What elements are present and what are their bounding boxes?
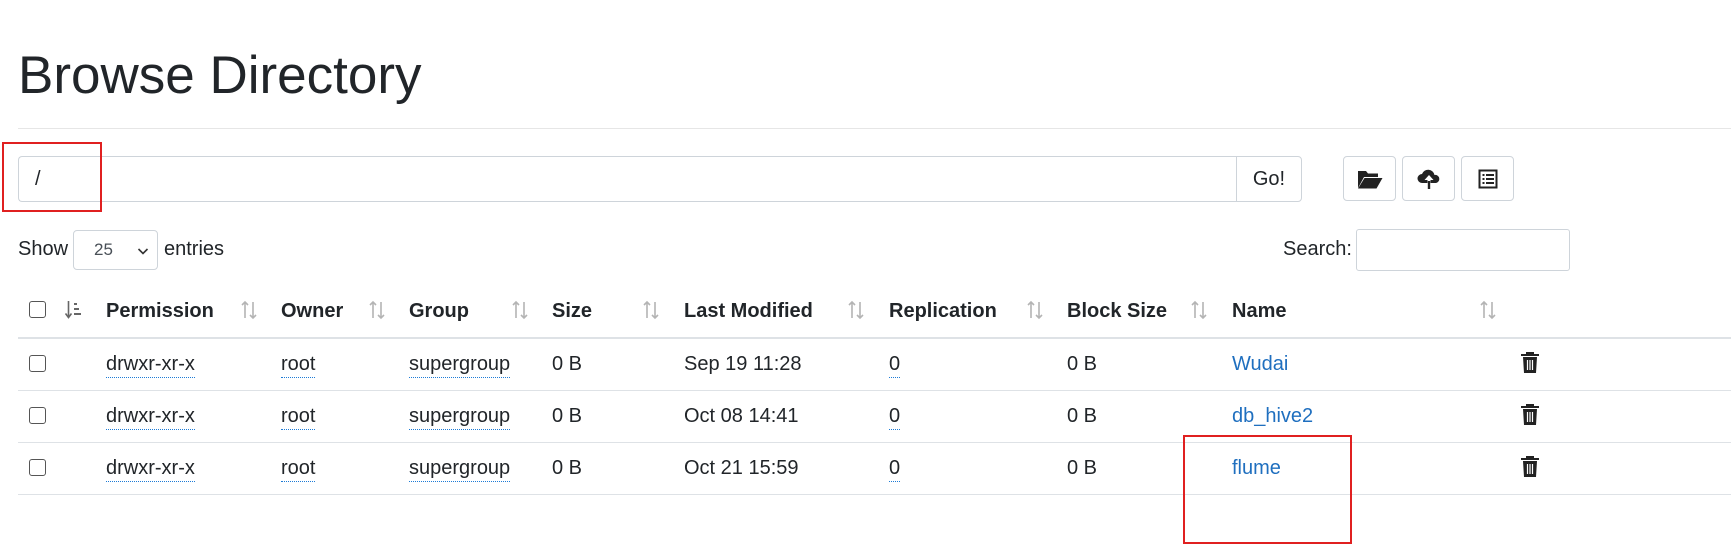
show-label: Show bbox=[18, 238, 69, 260]
column-header-group[interactable]: Group bbox=[409, 298, 469, 324]
last-modified-cell: Oct 21 15:59 bbox=[684, 457, 799, 479]
sort-icon[interactable] bbox=[511, 300, 529, 325]
page-size-select[interactable]: 25 bbox=[73, 230, 158, 270]
create-directory-button[interactable] bbox=[1343, 156, 1396, 201]
owner-cell[interactable]: root bbox=[281, 455, 316, 482]
sort-icon[interactable] bbox=[1479, 300, 1497, 325]
trash-icon[interactable] bbox=[1520, 403, 1540, 432]
directory-link[interactable]: flume bbox=[1232, 455, 1281, 481]
directory-link[interactable]: db_hive2 bbox=[1232, 403, 1313, 429]
column-header-permission[interactable]: Permission bbox=[106, 298, 214, 324]
group-cell[interactable]: supergroup bbox=[409, 351, 511, 378]
replication-cell[interactable]: 0 bbox=[889, 351, 901, 378]
chevron-down-icon bbox=[137, 244, 149, 262]
owner-cell[interactable]: root bbox=[281, 351, 316, 378]
entries-label: entries bbox=[164, 238, 225, 260]
size-cell: 0 B bbox=[552, 457, 583, 479]
upload-cloud-icon bbox=[1417, 168, 1441, 190]
title-divider bbox=[18, 128, 1731, 129]
sort-icon[interactable] bbox=[1190, 300, 1208, 325]
block-size-cell: 0 B bbox=[1067, 405, 1098, 427]
path-input[interactable] bbox=[18, 156, 1236, 202]
size-cell: 0 B bbox=[552, 405, 583, 427]
table-header: Permission Owner Group Size Last Modifie… bbox=[18, 286, 1731, 339]
select-all-checkbox[interactable] bbox=[29, 301, 46, 318]
sort-icon[interactable] bbox=[1026, 300, 1044, 325]
size-cell: 0 B bbox=[552, 353, 583, 375]
trash-icon[interactable] bbox=[1520, 455, 1540, 484]
last-modified-cell: Oct 08 14:41 bbox=[684, 405, 799, 427]
column-header-name[interactable]: Name bbox=[1232, 298, 1286, 324]
column-header-replication[interactable]: Replication bbox=[889, 298, 997, 324]
replication-cell[interactable]: 0 bbox=[889, 455, 901, 482]
permission-cell[interactable]: drwxr-xr-x bbox=[106, 351, 195, 378]
permission-cell[interactable]: drwxr-xr-x bbox=[106, 403, 195, 430]
search-label: Search: bbox=[1283, 238, 1352, 260]
page-title: Browse Directory bbox=[18, 46, 422, 105]
table-row: drwxr-xr-x root supergroup 0 B Oct 21 15… bbox=[18, 442, 1731, 495]
sort-icon[interactable] bbox=[642, 300, 660, 325]
sort-icon[interactable] bbox=[368, 300, 386, 325]
row-checkbox[interactable] bbox=[29, 407, 46, 424]
block-size-cell: 0 B bbox=[1067, 353, 1098, 375]
sort-icon[interactable] bbox=[240, 300, 258, 325]
replication-cell[interactable]: 0 bbox=[889, 403, 901, 430]
group-cell[interactable]: supergroup bbox=[409, 455, 511, 482]
page-size-value: 25 bbox=[94, 240, 113, 259]
table-row: drwxr-xr-x root supergroup 0 B Sep 19 11… bbox=[18, 338, 1731, 391]
list-icon bbox=[1478, 169, 1498, 189]
go-button[interactable]: Go! bbox=[1236, 156, 1302, 202]
view-button[interactable] bbox=[1461, 156, 1514, 201]
sort-icon[interactable] bbox=[847, 300, 865, 325]
row-checkbox[interactable] bbox=[29, 355, 46, 372]
folder-open-icon bbox=[1357, 168, 1383, 190]
column-header-owner[interactable]: Owner bbox=[281, 298, 343, 324]
group-cell[interactable]: supergroup bbox=[409, 403, 511, 430]
table-row: drwxr-xr-x root supergroup 0 B Oct 08 14… bbox=[18, 390, 1731, 443]
column-header-block-size[interactable]: Block Size bbox=[1067, 298, 1167, 324]
directory-link[interactable]: Wudai bbox=[1232, 351, 1288, 377]
row-checkbox[interactable] bbox=[29, 459, 46, 476]
column-header-last-modified[interactable]: Last Modified bbox=[684, 298, 813, 324]
upload-button[interactable] bbox=[1402, 156, 1455, 201]
permission-cell[interactable]: drwxr-xr-x bbox=[106, 455, 195, 482]
block-size-cell: 0 B bbox=[1067, 457, 1098, 479]
last-modified-cell: Sep 19 11:28 bbox=[684, 353, 802, 375]
search-input[interactable] bbox=[1356, 229, 1570, 271]
column-header-size[interactable]: Size bbox=[552, 298, 592, 324]
trash-icon[interactable] bbox=[1520, 351, 1540, 380]
sort-amount-icon[interactable] bbox=[64, 300, 83, 325]
owner-cell[interactable]: root bbox=[281, 403, 316, 430]
